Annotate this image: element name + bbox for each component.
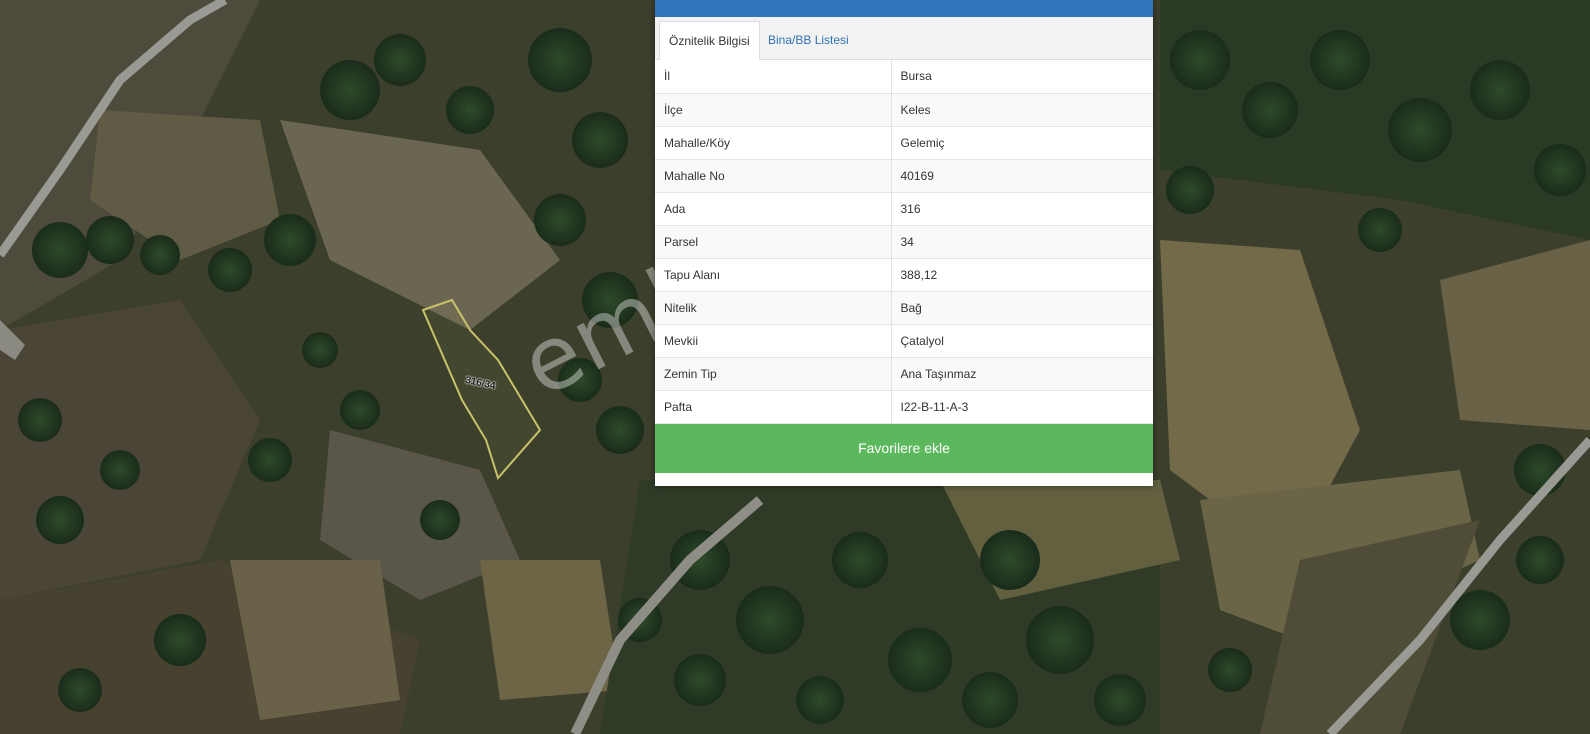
attribute-value: Keles: [891, 93, 1153, 127]
table-row: İl Bursa: [655, 60, 1153, 94]
attribute-value: 40169: [891, 159, 1153, 193]
table-row: Tapu Alanı 388,12: [655, 258, 1153, 292]
attribute-key: Mahalle/Köy: [655, 126, 892, 160]
panel-header: [655, 0, 1153, 17]
parcel-info-panel: Öznitelik Bilgisi Bina/BB Listesi İl Bur…: [655, 0, 1153, 486]
attribute-key: Pafta: [655, 390, 892, 424]
attribute-key: İl: [655, 60, 892, 94]
attribute-key: Ada: [655, 192, 892, 226]
attribute-value: Çatalyol: [891, 324, 1153, 358]
table-row: Mahalle No 40169: [655, 159, 1153, 193]
table-row: Mevkii Çatalyol: [655, 324, 1153, 358]
attribute-value: Bağ: [891, 291, 1153, 325]
attribute-key: Mahalle No: [655, 159, 892, 193]
attribute-key: Tapu Alanı: [655, 258, 892, 292]
attribute-value: I22-B-11-A-3: [891, 390, 1153, 424]
add-to-favorites-button[interactable]: Favorilere ekle: [655, 423, 1153, 473]
attribute-key: Nitelik: [655, 291, 892, 325]
attribute-value: Gelemiç: [891, 126, 1153, 160]
table-row: Nitelik Bağ: [655, 291, 1153, 325]
attribute-value: Ana Taşınmaz: [891, 357, 1153, 391]
attribute-key: Mevkii: [655, 324, 892, 358]
attribute-value: 388,12: [891, 258, 1153, 292]
attribute-key: Zemin Tip: [655, 357, 892, 391]
attribute-table: İl Bursa İlçe Keles Mahalle/Köy Gelemiç …: [655, 60, 1153, 424]
attribute-key: Parsel: [655, 225, 892, 259]
attribute-value: Bursa: [891, 60, 1153, 94]
tab-oznitelik-bilgisi[interactable]: Öznitelik Bilgisi: [659, 21, 760, 60]
attribute-value: 316: [891, 192, 1153, 226]
table-row: İlçe Keles: [655, 93, 1153, 127]
table-row: Pafta I22-B-11-A-3: [655, 390, 1153, 424]
attribute-key: İlçe: [655, 93, 892, 127]
table-row: Ada 316: [655, 192, 1153, 226]
tab-bina-bb-listesi[interactable]: Bina/BB Listesi: [759, 21, 858, 59]
table-row: Zemin Tip Ana Taşınmaz: [655, 357, 1153, 391]
tab-bar: Öznitelik Bilgisi Bina/BB Listesi: [655, 17, 1153, 60]
attribute-value: 34: [891, 225, 1153, 259]
table-row: Mahalle/Köy Gelemiç: [655, 126, 1153, 160]
table-row: Parsel 34: [655, 225, 1153, 259]
